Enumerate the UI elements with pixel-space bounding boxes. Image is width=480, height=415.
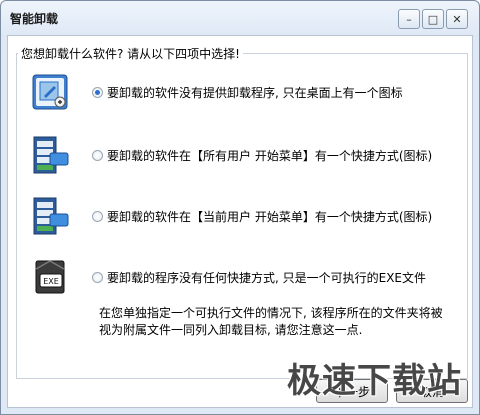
start-menu-all-users-icon (33, 136, 69, 174)
uninstall-wizard-window: 智能卸载 – □ ✕ 您想卸载什么软件? 请从以下四项中选择! 要卸载的软件没有… (0, 0, 480, 415)
exe-note-text: 在您单独指定一个可执行文件的情况下, 该程序所在的文件夹将被视为附属文件一同列入… (99, 306, 443, 337)
site-watermark: 极速下载站 (287, 361, 462, 401)
svg-text:EXE: EXE (43, 277, 59, 286)
minimize-button[interactable]: – (398, 9, 420, 29)
start-menu-current-user-icon (33, 197, 69, 235)
option-label-4: 要卸载的程序没有任何快捷方式, 只是一个可执行的EXE文件 (107, 270, 427, 285)
group-legend: 您想卸载什么软件? 请从以下四项中选择! (18, 45, 243, 62)
option-all-users-start-menu[interactable]: 要卸载的软件在【所有用户 开始菜单】有一个快捷方式(图标) (30, 135, 432, 175)
minimize-icon: – (406, 12, 412, 26)
title-bar[interactable]: 智能卸载 – □ ✕ (1, 1, 479, 33)
option-radio-4[interactable] (92, 271, 103, 283)
maximize-icon: □ (427, 12, 439, 26)
option-radio-3[interactable] (92, 210, 103, 222)
option-label-3: 要卸载的软件在【当前用户 开始菜单】有一个快捷方式(图标) (107, 209, 433, 224)
close-icon: ✕ (452, 12, 462, 26)
option-current-user-start-menu[interactable]: 要卸载的软件在【当前用户 开始菜单】有一个快捷方式(图标) (30, 196, 432, 236)
close-button[interactable]: ✕ (446, 9, 468, 29)
desktop-shortcut-icon (32, 74, 68, 110)
maximize-button[interactable]: □ (422, 9, 444, 29)
window-title: 智能卸载 (10, 12, 59, 26)
option-desktop-icon[interactable]: 要卸载的软件没有提供卸载程序, 只在桌面上有一个图标 (30, 72, 403, 112)
exe-file-icon: EXE (35, 260, 65, 294)
option-radio-1[interactable] (92, 86, 103, 98)
option-label-1: 要卸载的软件没有提供卸载程序, 只在桌面上有一个图标 (107, 85, 403, 100)
option-label-2: 要卸载的软件在【所有用户 开始菜单】有一个快捷方式(图标) (107, 148, 433, 163)
option-exe-file[interactable]: EXE 要卸载的程序没有任何快捷方式, 只是一个可执行的EXE文件 (30, 257, 426, 297)
option-radio-2[interactable] (92, 149, 103, 161)
